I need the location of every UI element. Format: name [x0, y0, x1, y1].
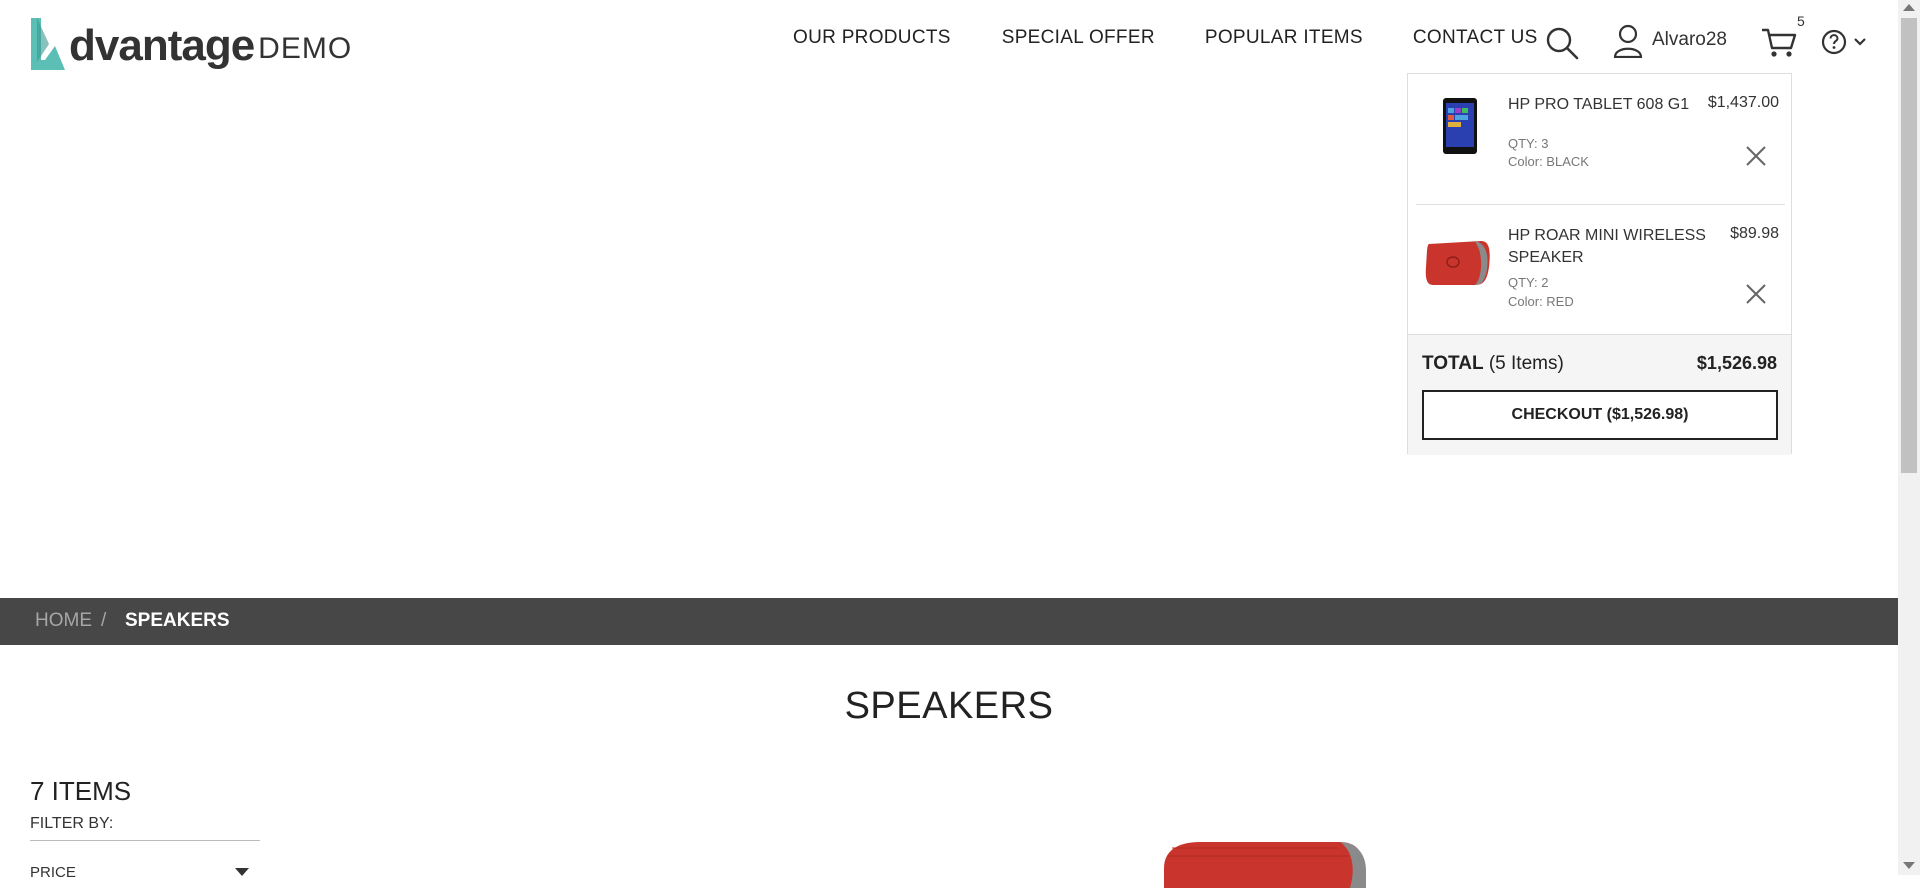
- logo-text: dvantage: [69, 21, 255, 70]
- vertical-scrollbar[interactable]: [1898, 0, 1920, 875]
- chevron-down-icon: [1854, 38, 1866, 46]
- logo[interactable]: dvantage DEMO: [29, 12, 352, 72]
- cart-item[interactable]: HP ROAR MINI WIRELESS SPEAKER $89.98 QTY…: [1408, 205, 1793, 335]
- breadcrumb-home[interactable]: HOME: [35, 610, 92, 632]
- cart-total-value: $1,526.98: [1696, 353, 1777, 373]
- cart-total-label: TOTAL (5 Items): [1422, 353, 1564, 375]
- cart-item-color: Color: BLACK: [1508, 154, 1589, 169]
- cart-item-price: $1,437.00: [1707, 94, 1779, 111]
- cart-item-color: Color: RED: [1508, 294, 1574, 309]
- breadcrumb: HOME / SPEAKERS: [0, 598, 1898, 645]
- remove-item-icon[interactable]: [1745, 283, 1767, 305]
- logo-demo-text: DEMO: [258, 32, 353, 65]
- cart-item-name[interactable]: HP PRO TABLET 608 G1: [1508, 94, 1708, 116]
- logo-mark-icon: [31, 18, 65, 70]
- cart-item[interactable]: HP PRO TABLET 608 G1 $1,437.00 QTY: 3 Co…: [1408, 74, 1793, 204]
- breadcrumb-separator: /: [101, 610, 107, 631]
- user-icon[interactable]: [1613, 24, 1643, 58]
- cart-item-name[interactable]: HP ROAR MINI WIRELESS SPEAKER: [1508, 225, 1708, 269]
- nav-special-offer[interactable]: SPECIAL OFFER: [1002, 27, 1155, 49]
- tablet-thumbnail: [1443, 98, 1477, 154]
- cart-count-badge: 5: [1797, 13, 1805, 29]
- scrollbar-thumb[interactable]: [1901, 18, 1917, 473]
- remove-item-icon[interactable]: [1745, 145, 1767, 167]
- cart-item-qty: QTY: 3: [1508, 136, 1549, 151]
- total-label-text: TOTAL: [1422, 353, 1484, 374]
- page-title: SPEAKERS: [844, 685, 1054, 727]
- cart-item-qty: QTY: 2: [1508, 275, 1549, 290]
- filter-price[interactable]: PRICE: [30, 864, 76, 881]
- cart-icon[interactable]: [1761, 27, 1797, 59]
- divider: [30, 840, 260, 841]
- cart-footer: TOTAL (5 Items) $1,526.98 CHECKOUT ($1,5…: [1408, 334, 1791, 455]
- main-nav: OUR PRODUCTS SPECIAL OFFER POPULAR ITEMS…: [793, 27, 1588, 49]
- checkout-button[interactable]: CHECKOUT ($1,526.98): [1422, 390, 1778, 440]
- speaker-thumbnail: [1425, 241, 1490, 285]
- filter-by-label: FILTER BY:: [30, 815, 114, 832]
- total-items-count: (5 Items): [1488, 353, 1564, 374]
- speaker-product-image[interactable]: [1160, 838, 1370, 888]
- nav-our-products[interactable]: OUR PRODUCTS: [793, 27, 951, 49]
- cart-item-price: $89.98: [1730, 225, 1779, 242]
- scroll-up-arrow-icon[interactable]: [1903, 4, 1915, 11]
- search-icon[interactable]: [1545, 26, 1579, 60]
- site-header: dvantage DEMO OUR PRODUCTS SPECIAL OFFER…: [0, 0, 1898, 84]
- nav-popular-items[interactable]: POPULAR ITEMS: [1205, 27, 1363, 49]
- help-icon[interactable]: [1821, 28, 1875, 56]
- breadcrumb-current: SPEAKERS: [125, 610, 230, 631]
- username[interactable]: Alvaro28: [1652, 29, 1727, 51]
- item-count: 7 ITEMS: [30, 776, 132, 806]
- nav-contact-us[interactable]: CONTACT US: [1413, 27, 1538, 49]
- cart-dropdown: HP PRO TABLET 608 G1 $1,437.00 QTY: 3 Co…: [1407, 73, 1793, 455]
- scroll-down-arrow-icon[interactable]: [1903, 862, 1915, 869]
